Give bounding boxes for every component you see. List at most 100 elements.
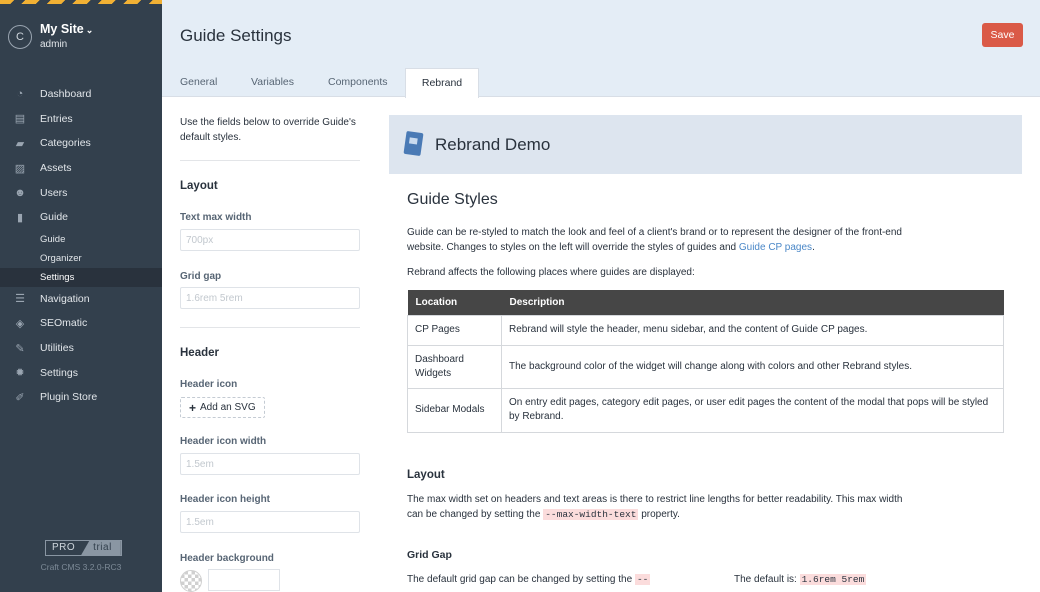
- save-button[interactable]: Save: [982, 23, 1023, 47]
- table-header-row: Location Description: [407, 290, 1004, 315]
- categories-icon: ▰: [15, 137, 25, 150]
- settings-intro: Use the fields below to override Guide's…: [180, 117, 356, 143]
- layout-text-end: property.: [638, 508, 680, 520]
- header-icon-height-label: Header icon height: [180, 494, 271, 505]
- grid-gap-heading: Grid Gap: [407, 549, 452, 561]
- table-cell: On entry edit pages, category edit pages…: [501, 387, 1004, 433]
- max-width-code: --max-width-text: [543, 508, 639, 520]
- table-row: Sidebar Modals On entry edit pages, cate…: [407, 387, 1004, 433]
- nav-label: Entries: [40, 112, 73, 125]
- nav-item-settings[interactable]: ✹ Settings: [0, 360, 162, 385]
- header-icon-width-input[interactable]: [180, 453, 360, 475]
- nav-item-assets[interactable]: ▨ Assets: [0, 156, 162, 181]
- navigation-icon: ☰: [15, 293, 25, 306]
- add-svg-button[interactable]: + Add an SVG: [180, 397, 265, 418]
- text-max-width-input[interactable]: [180, 229, 360, 251]
- nav-label: Navigation: [40, 292, 90, 305]
- chevron-down-icon: ⌄: [85, 25, 94, 35]
- layout-heading: Layout: [180, 180, 218, 192]
- site-switcher[interactable]: C My Site ⌄ admin: [8, 22, 93, 50]
- rebrand-places-text: Rebrand affects the following places whe…: [407, 267, 695, 278]
- nav-item-utilities[interactable]: ✎ Utilities: [0, 336, 162, 361]
- grid-gap-label: Grid gap: [180, 271, 222, 282]
- edition-trial: trial: [81, 541, 121, 555]
- nav-label: Dashboard: [40, 88, 92, 101]
- header-heading: Header: [180, 347, 219, 359]
- layout-description: The max width set on headers and text ar…: [407, 493, 907, 522]
- guide-styles-heading: Guide Styles: [407, 191, 498, 208]
- nav-label: Users: [40, 186, 68, 199]
- nav-item-plugin-store[interactable]: ✐ Plugin Store: [0, 385, 162, 410]
- users-icon: ☻: [14, 186, 26, 199]
- rebrand-demo-header: Rebrand Demo: [389, 115, 1022, 174]
- plug-icon: ✐: [15, 391, 25, 404]
- seomatic-icon: ◈: [15, 317, 25, 330]
- subnav-item-settings[interactable]: Settings: [0, 267, 162, 287]
- plus-icon: +: [189, 400, 197, 415]
- grid-default-code: 1.6rem 5rem: [799, 574, 867, 585]
- nav-item-users[interactable]: ☻ Users: [0, 180, 162, 205]
- styles-description: Guide can be re-styled to match the look…: [407, 226, 907, 255]
- site-logo-icon: C: [8, 25, 32, 49]
- sidebar: C My Site ⌄ admin ◔ Dashboard ▤ Entries ▰ Ca…: [0, 0, 162, 592]
- grid-gap-default: The default is: 1.6rem 5rem: [734, 573, 867, 588]
- subnav-item-guide[interactable]: Guide: [0, 230, 162, 249]
- nav-item-navigation[interactable]: ☰ Navigation: [0, 287, 162, 312]
- header-icon-height-input[interactable]: [180, 511, 360, 533]
- header-icon-label: Header icon: [180, 379, 238, 390]
- grid-gap-input[interactable]: [180, 287, 360, 309]
- nav-item-categories[interactable]: ▰ Categories: [0, 131, 162, 156]
- table-cell: Rebrand will style the header, menu side…: [501, 314, 1004, 346]
- guide-icon: ▮: [16, 211, 24, 224]
- divider: [180, 160, 360, 161]
- table-cell: Dashboard Widgets: [407, 344, 502, 389]
- tab-variables[interactable]: Variables: [251, 68, 294, 97]
- gear-icon: ✹: [15, 367, 25, 380]
- header-background-input[interactable]: [208, 569, 280, 591]
- tab-bar: General Variables Components Rebrand: [162, 68, 1040, 98]
- column-header-description: Description: [501, 290, 1004, 315]
- rebrand-settings-panel: Use the fields below to override Guide's…: [162, 97, 389, 592]
- nav-item-dashboard[interactable]: ◔ Dashboard: [0, 82, 162, 107]
- header-icon-width-label: Header icon width: [180, 436, 267, 447]
- nav-label: Plugin Store: [40, 391, 98, 404]
- header-background-label: Header background: [180, 553, 274, 564]
- assets-icon: ▨: [14, 162, 26, 175]
- nav-label: Categories: [40, 137, 91, 150]
- nav-item-guide[interactable]: ▮ Guide: [0, 205, 162, 230]
- tab-general[interactable]: General: [180, 68, 217, 97]
- divider: [180, 327, 360, 328]
- page-header: Guide Settings Save: [162, 0, 1040, 68]
- craft-version: Craft CMS 3.2.0-RC3: [40, 562, 122, 572]
- grid-default-text: The default is:: [734, 574, 800, 585]
- main-nav: ◔ Dashboard ▤ Entries ▰ Categories ▨ Assets …: [0, 82, 162, 410]
- wrench-icon: ✎: [15, 342, 25, 355]
- dev-mode-stripe: [0, 0, 162, 4]
- text-max-width-label: Text max width: [180, 212, 252, 223]
- site-name: My Site: [40, 22, 84, 36]
- table-row: CP Pages Rebrand will style the header, …: [407, 314, 1004, 346]
- current-user: admin: [40, 39, 68, 50]
- locations-table: Location Description CP Pages Rebrand wi…: [407, 290, 1004, 433]
- nav-item-seomatic[interactable]: ◈ SEOmatic: [0, 311, 162, 336]
- layout-section-heading: Layout: [407, 469, 445, 481]
- guide-book-icon: [403, 130, 424, 157]
- subnav-item-organizer[interactable]: Organizer: [0, 249, 162, 268]
- table-cell: The background color of the widget will …: [501, 344, 1004, 389]
- column-header-location: Location: [407, 290, 502, 315]
- guide-cp-pages-link[interactable]: Guide CP pages: [739, 242, 812, 253]
- demo-title: Rebrand Demo: [435, 135, 551, 154]
- color-swatch[interactable]: [180, 570, 202, 592]
- nav-label: Utilities: [40, 342, 74, 355]
- table-cell: CP Pages: [407, 314, 502, 346]
- styles-text: Guide can be re-styled to match the look…: [407, 227, 902, 253]
- grid-gap-code: --: [634, 574, 651, 585]
- nav-label: Settings: [40, 366, 78, 379]
- nav-item-entries[interactable]: ▤ Entries: [0, 107, 162, 132]
- table-cell: Sidebar Modals: [407, 387, 502, 433]
- dashboard-icon: ◔: [16, 88, 24, 101]
- tab-components[interactable]: Components: [328, 68, 388, 97]
- edition-badge[interactable]: PRO trial: [45, 540, 122, 556]
- tab-rebrand[interactable]: Rebrand: [405, 68, 479, 98]
- grid-gap-text: The default grid gap can be changed by s…: [407, 574, 635, 585]
